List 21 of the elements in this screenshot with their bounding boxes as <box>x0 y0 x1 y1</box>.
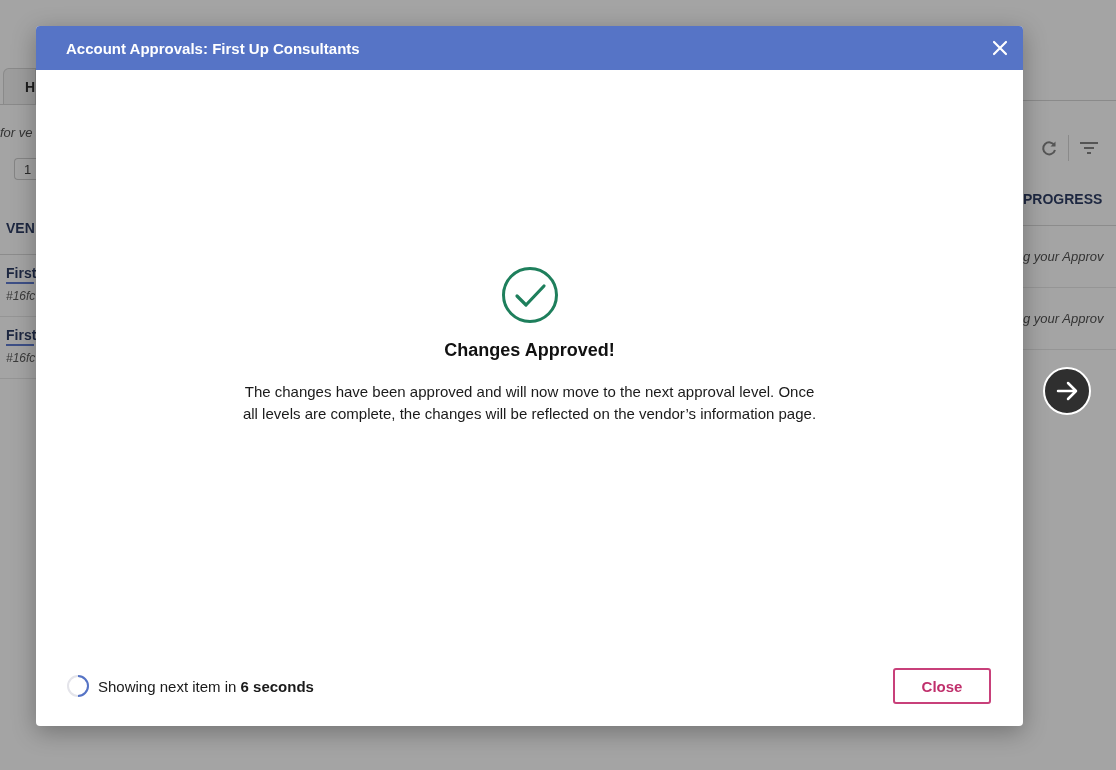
next-button[interactable] <box>1043 367 1091 415</box>
column-header: VEN <box>5 219 36 238</box>
close-button[interactable]: Close <box>893 668 991 704</box>
hint-text: for ve <box>0 125 34 140</box>
vendor-link[interactable]: First <box>6 327 34 346</box>
spinner-icon <box>66 674 90 698</box>
vendor-id: #16fc <box>6 351 36 365</box>
progress-text: g your Approv <box>1023 310 1105 328</box>
vendor-link[interactable]: First <box>6 265 34 284</box>
check-circle-icon <box>500 266 559 324</box>
vendor-id: #16fc <box>6 289 36 303</box>
dialog-title: Account Approvals: First Up Consultants <box>66 39 360 57</box>
message-text: The changes have been approved and will now move to the next approval level. Once all levels are complete, the changes will be reflected on the vendor’s information page. <box>241 382 818 424</box>
message-title: Changes Approved! <box>444 340 615 361</box>
close-icon[interactable] <box>991 39 1009 57</box>
filter-icon[interactable] <box>1079 141 1099 155</box>
column-header: PROGRESS <box>1023 190 1104 209</box>
refresh-icon[interactable] <box>1040 139 1058 157</box>
tab[interactable]: H <box>3 68 36 104</box>
countdown-text: Showing next item in 6 seconds <box>98 677 314 695</box>
progress-text: g your Approv <box>1023 248 1105 266</box>
